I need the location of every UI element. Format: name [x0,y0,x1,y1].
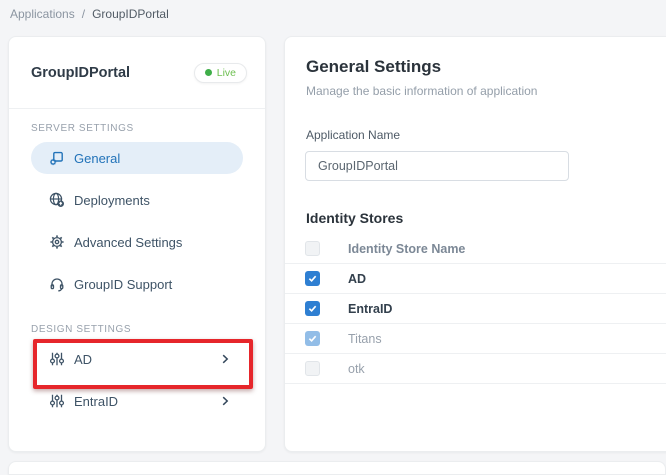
gear-icon [49,234,65,250]
page-subtitle: Manage the basic information of applicat… [306,84,538,98]
sidebar-item-label: AD [74,351,93,367]
sliders-icon [49,393,65,409]
server-settings-section-label: SERVER SETTINGS [31,123,134,134]
breadcrumb: Applications / GroupIDPortal [10,7,169,21]
store-name: Titans [348,331,382,346]
app-window-gear-icon [49,150,65,166]
sidebar-item-general[interactable]: General [31,142,243,174]
sidebar-item-groupid-support[interactable]: GroupID Support [31,268,243,300]
row-checkbox[interactable] [305,361,320,376]
design-settings-section-label: DESIGN SETTINGS [31,324,132,335]
app-title: GroupIDPortal [31,64,131,81]
sidebar-item-label: General [74,150,121,166]
status-badge-label: Live [216,66,236,79]
column-header-identity-store-name: Identity Store Name [348,241,466,256]
sidebar-item-deployments[interactable]: Deployments [31,184,243,216]
sidebar-header: GroupIDPortal Live [9,37,265,109]
sliders-icon [49,351,65,367]
general-settings-panel: General Settings Manage the basic inform… [284,36,666,452]
sidebar-item-advanced-settings[interactable]: Advanced Settings [31,226,243,258]
status-badge: Live [193,62,247,83]
chevron-right-icon [219,395,231,407]
sidebar-item-label: EntraID [74,393,119,409]
bottom-panel-edge [8,461,666,475]
identity-stores-table: Identity Store Name AD EntraID Titans ot… [285,234,666,384]
page-title: General Settings [306,57,442,76]
store-name: EntraID [348,301,393,316]
headset-icon [49,276,65,292]
row-checkbox[interactable] [305,271,320,286]
sidebar-item-entraid[interactable]: EntraID [31,385,243,417]
table-row: otk [285,354,666,384]
sidebar-item-label: GroupID Support [74,276,173,292]
breadcrumb-applications[interactable]: Applications [10,7,75,21]
live-dot-icon [204,69,212,76]
store-name: AD [348,271,367,286]
sidebar-item-label: Advanced Settings [74,234,183,250]
checkmark-icon [308,305,317,313]
application-name-label: Application Name [306,128,401,142]
table-row: Titans [285,324,666,354]
checkmark-icon [308,275,317,283]
row-checkbox[interactable] [305,301,320,316]
application-name-input[interactable] [305,151,569,181]
sidebar-panel: GroupIDPortal Live SERVER SETTINGS Gener… [8,36,266,452]
identity-stores-title: Identity Stores [306,210,404,226]
row-checkbox-disabled [305,331,320,346]
sidebar-item-label: Deployments [74,192,150,208]
globe-deploy-icon [49,192,65,208]
table-row: AD [285,264,666,294]
select-all-checkbox[interactable] [305,241,320,256]
breadcrumb-current-page: GroupIDPortal [92,7,169,21]
sidebar-item-ad[interactable]: AD [31,343,243,375]
checkmark-icon [308,335,317,343]
store-name: otk [348,361,365,376]
breadcrumb-separator: / [81,7,86,21]
chevron-right-icon [219,353,231,365]
table-header-row: Identity Store Name [285,234,666,264]
table-row: EntraID [285,294,666,324]
